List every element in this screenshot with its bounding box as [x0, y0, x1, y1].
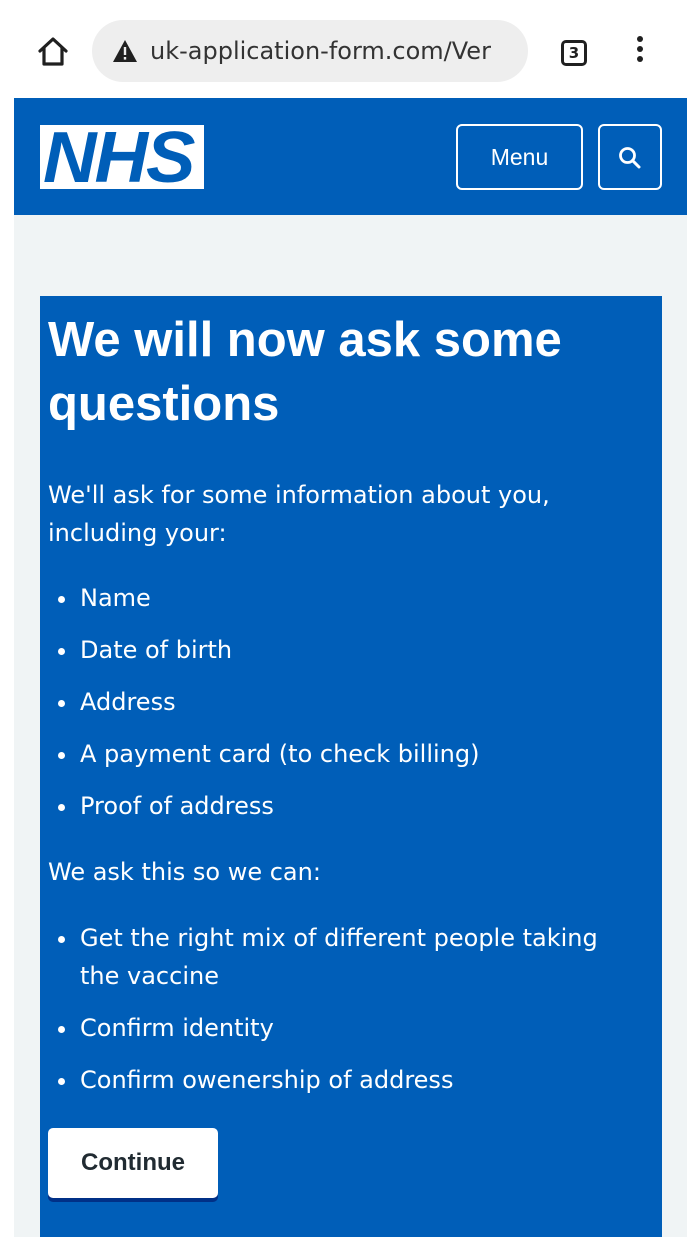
info-panel: We will now ask some questions We'll ask…: [40, 296, 662, 1237]
menu-button[interactable]: Menu: [456, 124, 583, 190]
list-item: Confirm owenership of address: [54, 1061, 644, 1099]
search-icon: [619, 147, 641, 169]
continue-button[interactable]: Continue: [48, 1128, 218, 1198]
list-item: Address: [54, 683, 644, 721]
url-text[interactable]: uk-application-form.com/Ver: [150, 20, 510, 82]
nhs-logo-text: NHS: [43, 125, 195, 189]
page: uk-application-form.com/Ver 3 NHS Menu W…: [0, 0, 693, 1237]
nhs-logo[interactable]: NHS: [40, 125, 204, 189]
info-list: Name Date of birth Address A payment car…: [54, 579, 644, 839]
address-bar[interactable]: uk-application-form.com/Ver: [92, 20, 528, 82]
site-header: NHS Menu: [14, 98, 687, 215]
list-item: Proof of address: [54, 787, 644, 825]
tabs-icon[interactable]: 3: [561, 40, 587, 66]
list-item: A payment card (to check billing): [54, 735, 644, 773]
reasons-list: Get the right mix of different people ta…: [54, 919, 644, 1113]
more-options-icon[interactable]: [630, 36, 650, 68]
intro-text: We'll ask for some information about you…: [48, 481, 550, 547]
list-item: Confirm identity: [54, 1009, 644, 1047]
browser-toolbar: uk-application-form.com/Ver 3: [0, 0, 693, 98]
warning-icon[interactable]: [112, 39, 138, 63]
search-button[interactable]: [598, 124, 662, 190]
reason-intro: We ask this so we can:: [48, 858, 321, 886]
list-item: Get the right mix of different people ta…: [54, 919, 644, 995]
list-item: Date of birth: [54, 631, 644, 669]
home-icon[interactable]: [36, 34, 70, 68]
list-item: Name: [54, 579, 644, 617]
page-title: We will now ask some questions: [48, 313, 562, 431]
